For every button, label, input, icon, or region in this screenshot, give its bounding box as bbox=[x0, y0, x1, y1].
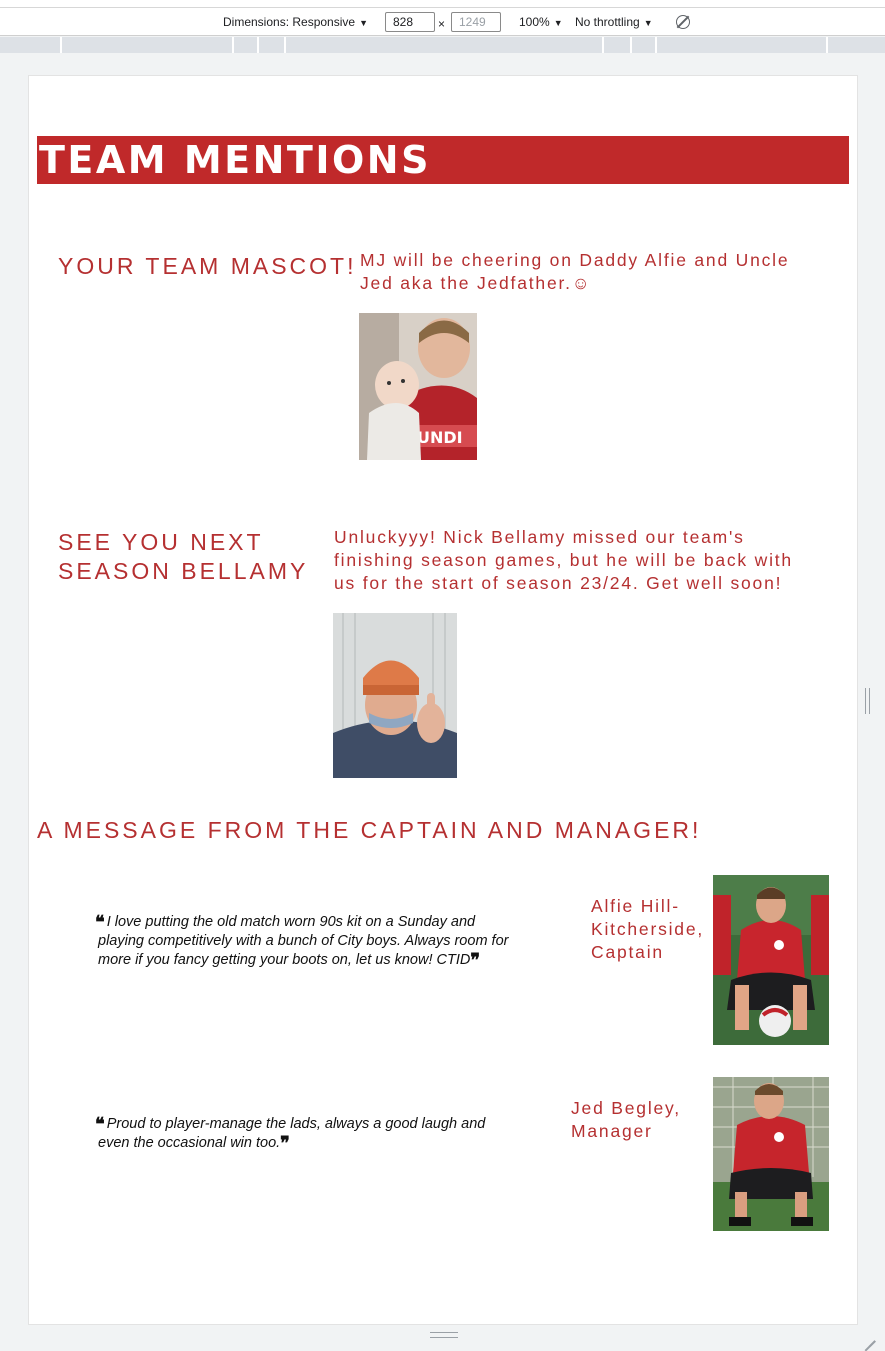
height-input[interactable]: 1249 bbox=[451, 12, 501, 32]
quote-line: playing competitively with a bunch of Ci… bbox=[95, 932, 555, 951]
mascot-text-line: Jed aka the Jedfather.☺ bbox=[360, 273, 592, 293]
signature-line: Manager bbox=[571, 1121, 653, 1141]
throttling-dropdown[interactable]: No throttling ▼ bbox=[575, 14, 653, 31]
ruler-segment[interactable] bbox=[602, 37, 604, 53]
signature-line: Kitcherside, bbox=[591, 919, 705, 939]
bellamy-photo-image bbox=[333, 613, 457, 778]
ruler-segment[interactable] bbox=[257, 37, 259, 53]
page-viewport: TEAM MENTIONS YOUR TEAM MASCOT! MJ will … bbox=[28, 75, 858, 1325]
mascot-text-line: MJ will be cheering on Daddy Alfie and U… bbox=[360, 250, 790, 270]
captain-quote: ❝ I love putting the old match worn 90s … bbox=[95, 913, 555, 970]
device-toolbar: Dimensions: Responsive ▼ 828 × 1249 100% ▼… bbox=[0, 8, 885, 36]
chevron-down-icon: ▼ bbox=[643, 18, 653, 28]
bellamy-text-line: Unluckyyy! Nick Bellamy missed our team'… bbox=[334, 527, 745, 547]
page-title: TEAM MENTIONS bbox=[39, 138, 431, 182]
manager-photo-image bbox=[713, 1077, 829, 1231]
message-heading: A MESSAGE FROM THE CAPTAIN AND MANAGER! bbox=[37, 817, 702, 843]
ruler-segment[interactable] bbox=[232, 37, 234, 53]
ruler-segment[interactable] bbox=[60, 37, 62, 53]
bellamy-title-line: SEE YOU NEXT bbox=[58, 529, 264, 555]
quote-line: ❝ I love putting the old match worn 90s … bbox=[95, 913, 555, 932]
close-quote-icon: ❞ bbox=[280, 1133, 290, 1154]
open-quote-icon: ❝ bbox=[95, 1114, 105, 1135]
times-sign: × bbox=[438, 17, 446, 31]
mascot-photo: UNDI bbox=[359, 313, 477, 460]
quote-text: Proud to player-manage the lads, always … bbox=[106, 1116, 486, 1132]
quote-line: ❝ Proud to player-manage the lads, alway… bbox=[95, 1115, 535, 1134]
ruler-segment[interactable] bbox=[630, 37, 632, 53]
ruler-segment[interactable] bbox=[826, 37, 828, 53]
dimensions-dropdown[interactable]: Dimensions: Responsive ▼ bbox=[223, 14, 368, 31]
captain-photo-image bbox=[713, 875, 829, 1045]
quote-text: more if you fancy getting your boots on,… bbox=[98, 952, 471, 968]
manager-photo bbox=[713, 1077, 829, 1231]
chevron-down-icon: ▼ bbox=[359, 18, 368, 28]
media-query-bar[interactable] bbox=[0, 37, 885, 53]
team-mentions-banner: TEAM MENTIONS bbox=[37, 136, 849, 184]
captain-photo bbox=[713, 875, 829, 1045]
mascot-photo-image: UNDI bbox=[359, 313, 477, 460]
resize-handle-bottom[interactable] bbox=[430, 1332, 458, 1338]
bellamy-photo bbox=[333, 613, 457, 778]
resize-handle-right[interactable] bbox=[865, 688, 870, 714]
right-gutter bbox=[858, 75, 885, 1325]
open-quote-icon: ❝ bbox=[95, 912, 105, 933]
manager-quote: ❝ Proud to player-manage the lads, alway… bbox=[95, 1115, 535, 1153]
bellamy-title-line: SEASON BELLAMY bbox=[58, 558, 309, 584]
quote-line: more if you fancy getting your boots on,… bbox=[95, 951, 555, 970]
ruler-segment[interactable] bbox=[284, 37, 286, 53]
zoom-dropdown[interactable]: 100% ▼ bbox=[519, 14, 563, 31]
signature-line: Jed Begley, bbox=[571, 1098, 681, 1118]
svg-text:UNDI: UNDI bbox=[417, 428, 463, 447]
quote-text: playing competitively with a bunch of Ci… bbox=[98, 933, 509, 949]
zoom-label: 100% bbox=[519, 15, 550, 29]
quote-text: even the occasional win too. bbox=[98, 1135, 281, 1151]
width-input[interactable]: 828 bbox=[385, 12, 435, 32]
quote-line: even the occasional win too.❞ bbox=[95, 1134, 535, 1153]
quote-text: I love putting the old match worn 90s ki… bbox=[106, 914, 476, 930]
manager-signature: Jed Begley, Manager bbox=[571, 1097, 681, 1143]
signature-line: Captain bbox=[591, 942, 664, 962]
captain-signature: Alfie Hill- Kitcherside, Captain bbox=[591, 895, 704, 964]
mascot-title: YOUR TEAM MASCOT! bbox=[58, 253, 357, 279]
bellamy-text-line: finishing season games, but he will be b… bbox=[334, 550, 793, 570]
dimensions-label: Dimensions: Responsive bbox=[223, 15, 356, 29]
throttling-label: No throttling bbox=[575, 15, 640, 29]
chevron-down-icon: ▼ bbox=[553, 18, 563, 28]
bellamy-text-line: us for the start of season 23/24. Get we… bbox=[334, 573, 783, 593]
resize-corner-icon[interactable] bbox=[861, 1329, 875, 1343]
ruler-segment[interactable] bbox=[655, 37, 657, 53]
rotate-icon[interactable] bbox=[676, 15, 690, 29]
signature-line: Alfie Hill- bbox=[591, 896, 680, 916]
close-quote-icon: ❞ bbox=[470, 950, 480, 971]
devtools-top-strip bbox=[0, 0, 885, 8]
